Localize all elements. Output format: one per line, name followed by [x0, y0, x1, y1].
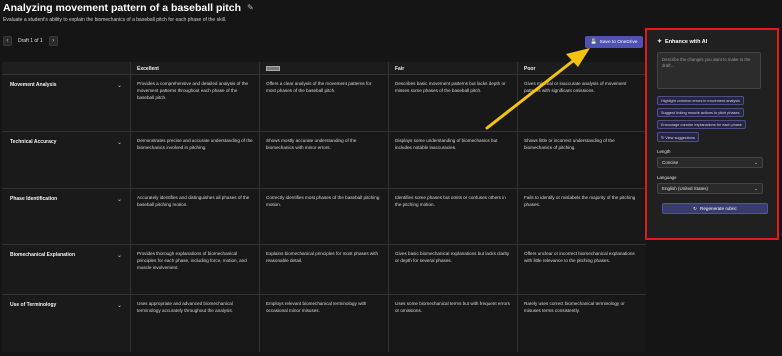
rubric-cell[interactable]: Explains biomechanical principles for mo… — [259, 245, 388, 294]
chevron-down-icon: ⌄ — [754, 185, 758, 191]
regenerate-label: Regenerate rubric — [700, 206, 737, 211]
language-value: English (United States) — [662, 186, 709, 191]
sparkle-icon: ✦ — [657, 39, 663, 45]
chevron-down-icon[interactable]: ⌄ — [117, 82, 122, 89]
redacted-label — [266, 66, 280, 71]
rubric-cell[interactable]: Describes basic movement patterns but la… — [388, 75, 517, 131]
refresh-icon: ↻ — [661, 135, 665, 140]
criterion-label: Movement Analysis — [10, 82, 57, 88]
chevron-down-icon[interactable]: ⌄ — [117, 196, 122, 203]
regenerate-rubric-button[interactable]: ↻ Regenerate rubric — [662, 203, 768, 214]
chevron-down-icon[interactable]: ⌄ — [117, 302, 122, 309]
chevron-down-icon[interactable]: ⌄ — [117, 252, 122, 259]
rubric-cell[interactable]: Offers unclear or incorrect biomechanica… — [517, 245, 646, 294]
page-subtitle: Evaluate a student's ability to explain … — [3, 17, 227, 23]
enhance-with-ai-panel: ✦ Enhance with AI Describe the changes y… — [645, 28, 779, 240]
chevron-left-icon[interactable]: ‹ — [3, 36, 12, 46]
criterion-header[interactable]: Phase Identification ⌄ — [2, 189, 130, 244]
suggestion-chip[interactable]: Suggest linking muscle actions to pitch … — [657, 108, 744, 117]
view-suggestions-label: View suggestions — [665, 135, 695, 140]
column-header-fair: Fair — [388, 62, 517, 74]
rubric-cell[interactable]: Employs relevant biomechanical terminolo… — [259, 295, 388, 352]
table-header: Excellent Fair Poor — [130, 62, 646, 74]
table-row: Technical Accuracy ⌄ Demonstrates precis… — [2, 131, 646, 188]
pencil-icon[interactable]: ✎ — [247, 4, 255, 12]
table-row: Use of Terminology ⌄ Uses appropriate an… — [2, 294, 646, 352]
rubric-cell[interactable]: Accurately identifies and distinguishes … — [130, 189, 259, 244]
ai-panel-header: ✦ Enhance with AI — [657, 38, 767, 46]
criterion-label: Phase Identification — [10, 196, 58, 202]
ai-panel-title: Enhance with AI — [665, 38, 708, 45]
draft-pager: ‹ Draft 1 of 1 › — [3, 36, 58, 46]
language-label: Language — [657, 175, 677, 180]
table-row: Movement Analysis ⌄ Provides a comprehen… — [2, 74, 646, 131]
criterion-label: Use of Terminology — [10, 302, 57, 308]
save-to-onedrive-button[interactable]: 💾 Save to OneDrive — [585, 36, 643, 48]
rubric-cell[interactable]: Provides thorough explanations of biomec… — [130, 245, 259, 294]
rubric-table: Excellent Fair Poor Movement Analysis ⌄ … — [2, 62, 646, 352]
page-header: Analyzing movement pattern of a baseball… — [3, 2, 582, 23]
draft-label: Draft 1 of 1 — [18, 38, 43, 44]
rubric-cell[interactable]: Demonstrates precise and accurate unders… — [130, 132, 259, 188]
criterion-header[interactable]: Use of Terminology ⌄ — [2, 295, 130, 352]
save-button-label: Save to OneDrive — [599, 39, 638, 45]
rubric-cell[interactable]: Uses appropriate and advanced biomechani… — [130, 295, 259, 352]
length-label: Length — [657, 149, 671, 154]
rubric-cell[interactable]: Shows little or incorrect understanding … — [517, 132, 646, 188]
length-select[interactable]: Concise ⌄ — [657, 157, 763, 168]
criterion-label: Biomechanical Explanation — [10, 252, 76, 258]
rubric-cell[interactable]: Offers a clear analysis of the movement … — [259, 75, 388, 131]
save-icon: 💾 — [590, 39, 597, 45]
rubric-cell[interactable]: Displays some understanding of biomechan… — [388, 132, 517, 188]
criterion-label: Technical Accuracy — [10, 139, 57, 145]
rubric-cell[interactable]: Gives basic biomechanical explanations b… — [388, 245, 517, 294]
rubric-cell[interactable]: Rarely uses correct biomechanical termin… — [517, 295, 646, 352]
suggestion-chip[interactable]: Highlight common errors in movement anal… — [657, 96, 744, 105]
chevron-right-icon[interactable]: › — [48, 36, 58, 46]
rubric-cell[interactable]: Fails to identify or mislabels the major… — [517, 189, 646, 244]
regenerate-icon: ↻ — [693, 205, 698, 211]
rubric-cell[interactable]: Uses some biomechanical terms but with f… — [388, 295, 517, 352]
rubric-cell[interactable]: Identifies some phases but omits or conf… — [388, 189, 517, 244]
ai-prompt-textarea[interactable]: Describe the changes you want to make to… — [657, 52, 761, 89]
criterion-header[interactable]: Technical Accuracy ⌄ — [2, 132, 130, 188]
rubric-cell[interactable]: Correctly identifies most phases of the … — [259, 189, 388, 244]
criterion-header[interactable]: Biomechanical Explanation ⌄ — [2, 245, 130, 294]
chevron-down-icon: ⌄ — [754, 159, 758, 165]
table-row: Phase Identification ⌄ Accurately identi… — [2, 188, 646, 244]
rubric-cell[interactable]: Shows mostly accurate understanding of t… — [259, 132, 388, 188]
criterion-header[interactable]: Movement Analysis ⌄ — [2, 75, 130, 131]
length-value: Concise — [662, 160, 679, 165]
column-header-good — [259, 62, 388, 74]
rubric-cell[interactable]: Gives minimal or inaccurate analysis of … — [517, 75, 646, 131]
suggestion-list: Highlight common errors in movement anal… — [657, 93, 767, 142]
chevron-down-icon[interactable]: ⌄ — [117, 139, 122, 146]
suggestion-chip[interactable]: Encourage concise explanations for each … — [657, 120, 746, 129]
language-select[interactable]: English (United States) ⌄ — [657, 183, 763, 194]
table-row: Biomechanical Explanation ⌄ Provides tho… — [2, 244, 646, 294]
column-header-excellent: Excellent — [130, 62, 259, 74]
column-header-poor: Poor — [517, 62, 646, 74]
page-title: Analyzing movement pattern of a baseball… — [3, 2, 242, 14]
view-suggestions-chip[interactable]: ↻ View suggestions — [657, 132, 699, 142]
rubric-cell[interactable]: Provides a comprehensive and detailed an… — [130, 75, 259, 131]
